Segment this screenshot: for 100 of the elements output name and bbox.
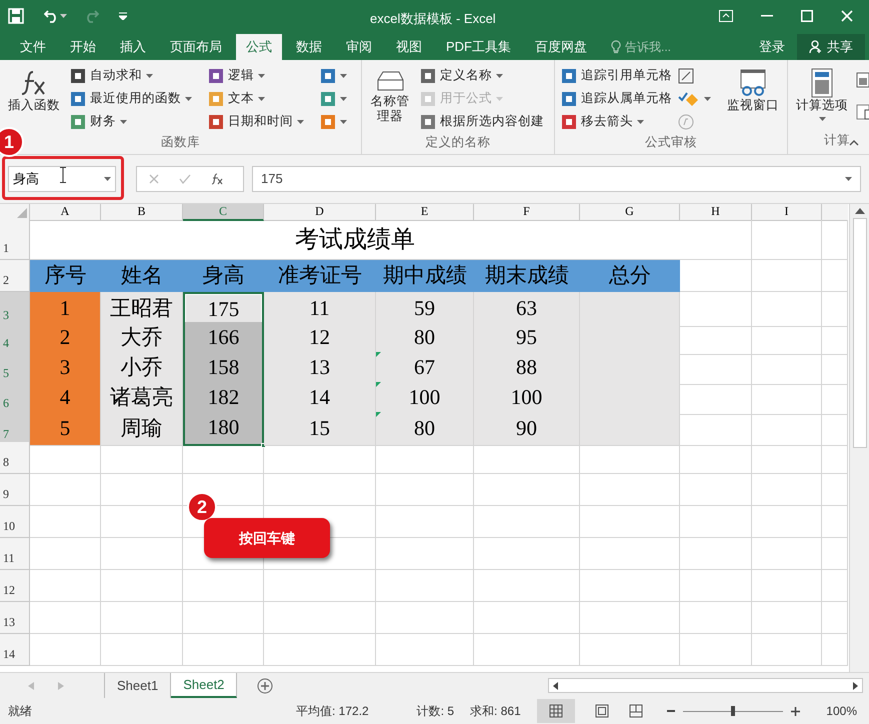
- column-header[interactable]: F: [474, 204, 580, 221]
- empty-cell: [822, 602, 848, 634]
- scroll-right-icon[interactable]: [853, 682, 858, 690]
- empty-cell: [680, 506, 752, 538]
- ribbon-tab[interactable]: 公式: [236, 34, 282, 60]
- sum-text: 求和: 861: [470, 703, 521, 720]
- ribbon-tab[interactable]: 视图: [386, 34, 432, 60]
- zoom-thumb[interactable]: [730, 706, 735, 716]
- page-break-icon[interactable]: [628, 704, 643, 718]
- ribbon-button[interactable]: 定义名称: [418, 64, 546, 87]
- horizontal-scrollbar[interactable]: [548, 678, 863, 693]
- sheet-tab[interactable]: Sheet2: [171, 673, 238, 698]
- empty-cell: [680, 634, 752, 666]
- collapse-ribbon-icon[interactable]: [849, 140, 859, 146]
- ribbon-button[interactable]: 日期和时间: [206, 110, 306, 133]
- error-check-icon[interactable]: [678, 91, 700, 107]
- column-header[interactable]: G: [580, 204, 680, 221]
- zoom-slider[interactable]: [682, 706, 783, 716]
- empty-cell: [752, 220, 822, 260]
- share-button[interactable]: 共享: [797, 34, 865, 60]
- trace-arrows-icon: [561, 68, 577, 84]
- scroll-up-icon[interactable]: [854, 208, 864, 214]
- row-header[interactable]: 10: [0, 506, 30, 538]
- table-cell: 90: [474, 412, 580, 446]
- ribbon-tab[interactable]: 审阅: [336, 34, 382, 60]
- empty-cell: [822, 260, 848, 292]
- ribbon-large-button[interactable]: 名称管理器: [366, 64, 414, 133]
- table-cell: 88: [474, 352, 580, 384]
- scroll-left-icon[interactable]: [553, 682, 558, 690]
- row-header[interactable]: 14: [0, 634, 30, 666]
- empty-cell: [752, 292, 822, 326]
- column-header[interactable]: E: [376, 204, 474, 221]
- add-sheet-icon[interactable]: [257, 678, 274, 694]
- scroll-thumb[interactable]: [852, 218, 866, 448]
- column-header[interactable]: I: [752, 204, 822, 221]
- ribbon-button[interactable]: 根据所选内容创建: [418, 110, 546, 133]
- remove-arrows-icon: [561, 114, 577, 130]
- row-header[interactable]: 5: [0, 352, 30, 384]
- ribbon-button[interactable]: 自动求和: [68, 64, 194, 87]
- letter-icon: [208, 90, 224, 106]
- show-formulas-icon[interactable]: [678, 68, 694, 84]
- name-box[interactable]: 身高: [8, 166, 116, 192]
- ribbon-large-button[interactable]: 计算选项: [792, 64, 852, 132]
- column-header[interactable]: A: [30, 204, 101, 221]
- column-header[interactable]: H: [680, 204, 752, 221]
- window-title: excel数据模板 - Excel: [370, 10, 496, 28]
- zoom-in-icon[interactable]: [790, 706, 800, 716]
- row-header[interactable]: 13: [0, 602, 30, 634]
- ribbon-large-button[interactable]: 监视窗口: [723, 64, 783, 133]
- ribbon-tab[interactable]: 百度网盘: [525, 34, 597, 60]
- vertical-scrollbar[interactable]: [849, 204, 869, 672]
- row-header[interactable]: 12: [0, 570, 30, 602]
- close-icon[interactable]: [841, 10, 853, 22]
- insert-function-icon[interactable]: [211, 173, 223, 185]
- ribbon-tab[interactable]: 开始: [60, 34, 106, 60]
- sheet-calculator-icon[interactable]: [856, 104, 869, 120]
- ribbon-button[interactable]: 最近使用的函数: [68, 87, 194, 110]
- caret-icon: [818, 117, 826, 121]
- minimize-icon[interactable]: [761, 15, 773, 17]
- ribbon-button[interactable]: 财务: [68, 110, 194, 133]
- row-header[interactable]: 2: [0, 260, 30, 292]
- page-layout-icon[interactable]: [594, 704, 609, 718]
- row-header[interactable]: 8: [0, 442, 30, 474]
- normal-view-icon[interactable]: [536, 699, 575, 723]
- table-cell: 期末成绩: [474, 260, 580, 292]
- row-header[interactable]: 11: [0, 538, 30, 570]
- save-icon[interactable]: [8, 8, 24, 24]
- ribbon-tab[interactable]: 文件: [10, 34, 56, 60]
- ribbon-tab[interactable]: PDF工具集: [436, 34, 521, 60]
- row-header[interactable]: 1: [0, 220, 30, 260]
- column-header[interactable]: D: [264, 204, 376, 221]
- ribbon-button[interactable]: 追踪引用单元格: [559, 64, 674, 87]
- group-label: 计算: [824, 132, 850, 150]
- ribbon-button[interactable]: 逻辑: [206, 64, 306, 87]
- ribbon-button[interactable]: 移去箭头: [559, 110, 674, 133]
- calculator-icon[interactable]: [856, 72, 869, 88]
- table-cell: 13: [264, 352, 376, 384]
- empty-cell: [822, 220, 848, 260]
- formula-icon: [420, 90, 436, 106]
- callout-label: 按回车键: [204, 518, 330, 558]
- maximize-icon[interactable]: [801, 10, 813, 22]
- ribbon-button[interactable]: 追踪从属单元格: [559, 87, 674, 110]
- ribbon-button[interactable]: 文本: [206, 87, 306, 110]
- sign-in-link[interactable]: 登录: [747, 34, 797, 60]
- table-cell: 小乔: [101, 352, 183, 384]
- row-header[interactable]: 6: [0, 382, 30, 414]
- ribbon-tab[interactable]: 页面布局: [160, 34, 232, 60]
- ribbon-tab[interactable]: 插入: [110, 34, 156, 60]
- ribbon-tab[interactable]: 数据: [286, 34, 332, 60]
- check-icon[interactable]: [179, 174, 191, 184]
- calculator-icon: [811, 68, 833, 98]
- caret-icon: [104, 177, 111, 181]
- empty-cell: [752, 382, 822, 414]
- clock-icon: [208, 114, 224, 130]
- ribbon-display-icon[interactable]: [719, 10, 733, 22]
- customize-toolbar-icon[interactable]: [119, 12, 127, 20]
- formula-field[interactable]: 175: [252, 166, 861, 192]
- column-header[interactable]: C: [183, 204, 264, 221]
- row-header[interactable]: 9: [0, 474, 30, 506]
- glasses-window-icon: [738, 68, 768, 98]
